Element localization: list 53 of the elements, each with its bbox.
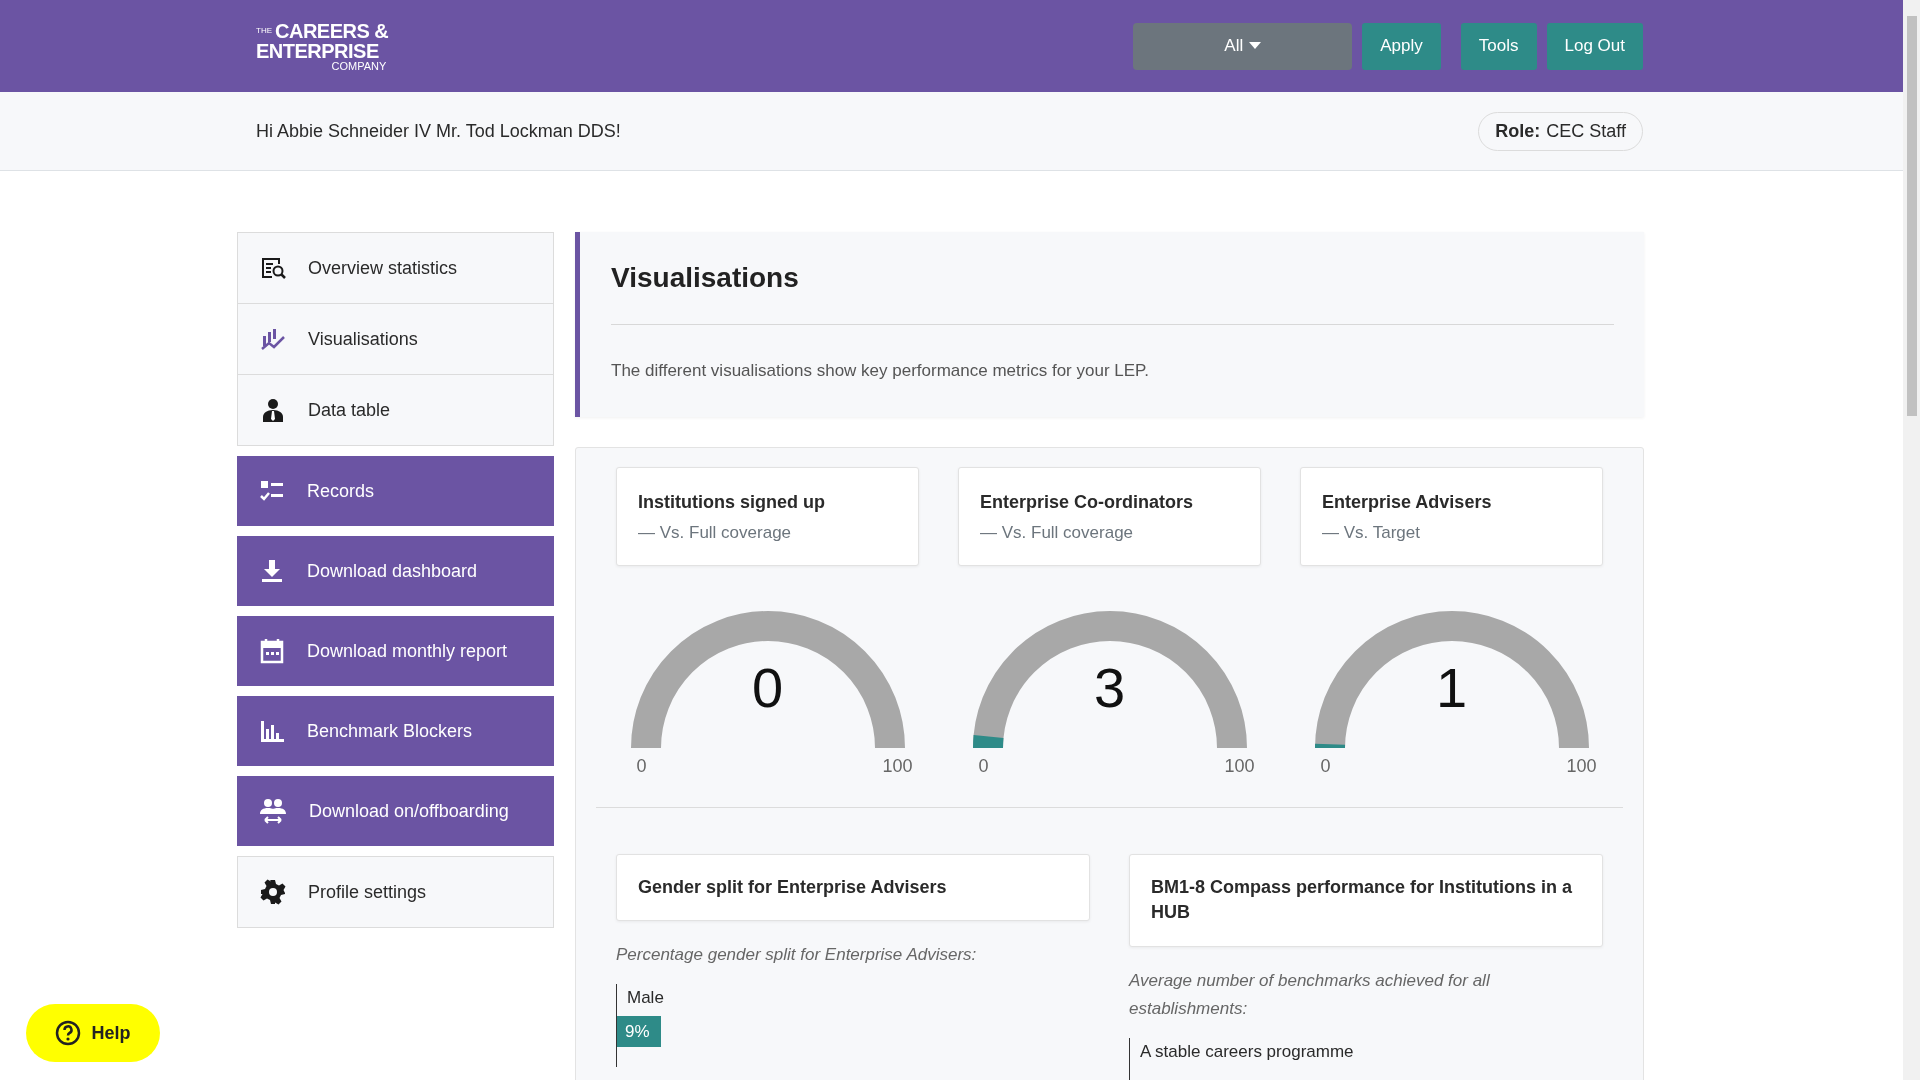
filter-dropdown[interactable]: All xyxy=(1133,22,1353,70)
gauge-value: 1 xyxy=(1434,660,1469,717)
gauge-min-label: 0 xyxy=(978,756,989,778)
page-description: The different visualisations show key performance metrics for your LEP. xyxy=(611,361,1150,381)
sidebar-item[interactable]: Benchmark Blockers xyxy=(237,696,554,766)
role-label: Role: xyxy=(1495,120,1541,142)
metric-subtitle: — Vs. Full coverage xyxy=(638,523,793,544)
bar-label: Male xyxy=(626,988,665,1009)
metric-title: Enterprise Co-ordinators xyxy=(980,491,1195,514)
magnifier-document-icon xyxy=(260,256,286,280)
sidebar-item[interactable]: Download monthly report xyxy=(237,616,554,686)
sidebar-item[interactable]: Overview statistics xyxy=(237,232,554,304)
person-icon xyxy=(260,398,286,422)
people-icon xyxy=(259,798,287,824)
sidebar-item[interactable]: Download on/offboarding xyxy=(237,776,554,846)
caret-icon xyxy=(1249,42,1262,50)
sidebar-item[interactable]: Data table xyxy=(237,374,554,446)
gauge-min-label: 0 xyxy=(1320,756,1331,778)
gauge-value: 0 xyxy=(750,660,785,717)
metric-title: Enterprise Advisers xyxy=(1322,491,1493,514)
greeting-text: Hi Abbie Schneider IV Mr. Tod Lockman DDS! xyxy=(256,120,621,142)
metric-subtitle: — Vs. Target xyxy=(1322,523,1421,544)
page-title: Visualisations xyxy=(611,262,800,294)
scrollbar[interactable] xyxy=(1903,0,1920,1080)
gauge-max-label: 100 xyxy=(1224,756,1255,778)
chart-description: Percentage gender split for Enterprise Advisers: xyxy=(616,944,978,967)
chart-title: BM1-8 Compass performance for Institutions in a HUB xyxy=(1151,876,1574,925)
chart-title: Gender split for Enterprise Advisers xyxy=(638,876,948,900)
logout-button[interactable]: Log Out xyxy=(1546,22,1643,70)
chart-description: Average number of benchmarks achieved for all establishments: xyxy=(1129,969,1491,1021)
apply-button[interactable]: Apply xyxy=(1362,22,1441,70)
checklist-icon xyxy=(259,479,285,503)
help-button[interactable]: Help xyxy=(26,1004,160,1062)
settings-icon xyxy=(260,879,286,905)
sidebar-item[interactable]: Profile settings xyxy=(237,856,554,928)
bar: 9% xyxy=(617,1016,661,1048)
metric-subtitle: — Vs. Full coverage xyxy=(980,523,1135,544)
role-value: CEC Staff xyxy=(1546,120,1626,142)
gauge-max-label: 100 xyxy=(1566,756,1597,778)
sidebar-item[interactable]: Download dashboard xyxy=(237,536,554,606)
tools-button[interactable]: Tools xyxy=(1460,22,1537,70)
download-icon xyxy=(259,559,285,583)
sidebar-item[interactable]: Visualisations xyxy=(237,303,554,375)
bar-chart-icon xyxy=(259,719,285,743)
metric-title: Institutions signed up xyxy=(638,491,826,514)
gauge-max-label: 100 xyxy=(882,756,913,778)
chart-icon xyxy=(260,327,286,351)
gauge-min-label: 0 xyxy=(636,756,647,778)
sidebar-item[interactable]: Records xyxy=(237,456,554,526)
help-icon xyxy=(55,1020,82,1046)
bar-label: A stable careers programme xyxy=(1139,1042,1355,1063)
calendar-icon xyxy=(259,638,285,664)
gauge-value: 3 xyxy=(1092,660,1127,717)
